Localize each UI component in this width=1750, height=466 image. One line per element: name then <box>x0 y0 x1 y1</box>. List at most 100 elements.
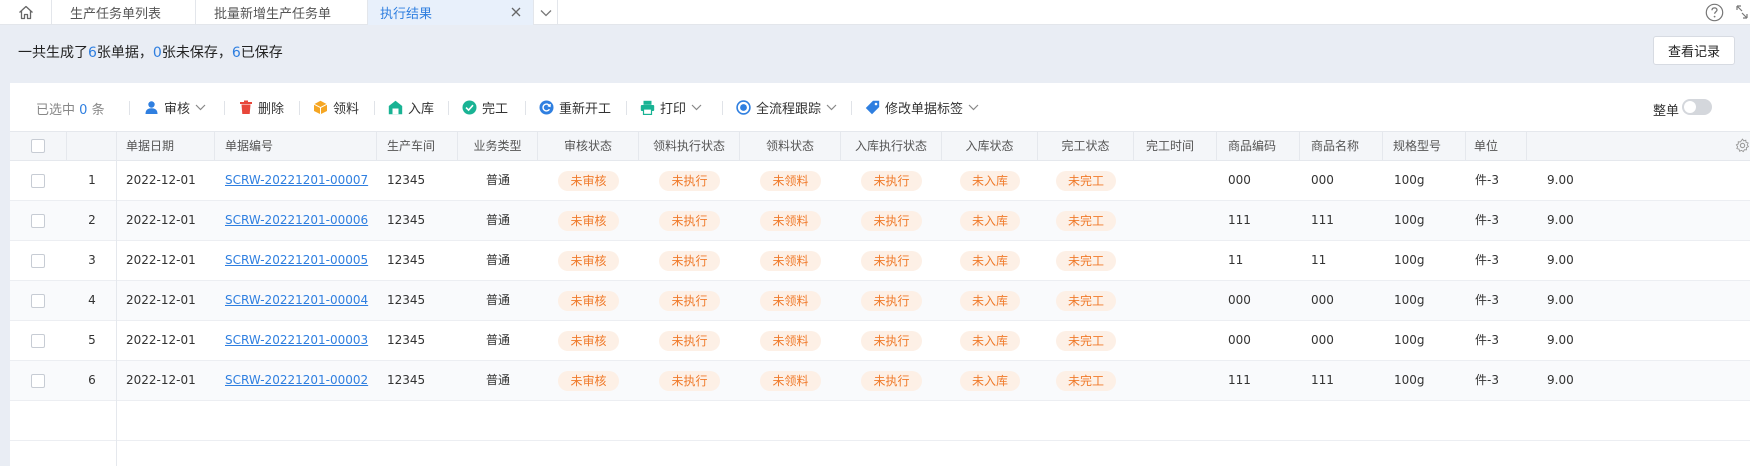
column-header[interactable]: 领料执行状态 <box>639 132 740 161</box>
chevron-down-icon[interactable] <box>195 104 206 111</box>
whole-order-label: 整单 <box>1653 104 1680 119</box>
status-badge: 未完工 <box>1055 290 1116 311</box>
tab-batch-add[interactable]: 批量新增生产任务单 <box>196 0 368 25</box>
column-header[interactable]: 单位 <box>1466 132 1527 161</box>
cell-workshop: 12345 <box>387 293 426 307</box>
cell-spec: 100g <box>1394 213 1425 227</box>
cell-spec: 100g <box>1394 333 1425 347</box>
status-badge: 未执行 <box>659 330 720 351</box>
results-panel: 已选中 0 条 审核 删除 领料 入库 完工 重新开工 打印 全流程跟踪 修改单… <box>10 83 1750 466</box>
chevron-down-icon[interactable] <box>826 104 837 111</box>
finish-button[interactable]: 完工 <box>462 96 508 118</box>
cell-quantity: 9.00 <box>1547 253 1574 267</box>
help-icon[interactable] <box>1705 3 1724 22</box>
status-badge: 未完工 <box>1055 250 1116 271</box>
document-code-link[interactable]: SCRW-20221201-00007 <box>225 173 368 187</box>
tab-label: 批量新增生产任务单 <box>214 7 332 22</box>
restart-button[interactable]: 重新开工 <box>539 96 611 118</box>
tab-execution-result[interactable]: 执行结果 <box>368 0 534 25</box>
chevron-down-icon[interactable] <box>691 104 702 111</box>
toolbar-divider <box>299 101 300 115</box>
header-select-cell <box>10 132 67 161</box>
document-code-link[interactable]: SCRW-20221201-00004 <box>225 293 368 307</box>
column-header[interactable]: 单据日期 <box>117 132 215 161</box>
delete-button[interactable]: 删除 <box>239 96 284 118</box>
selected-number: 0 <box>79 103 88 118</box>
status-badge: 未完工 <box>1055 330 1116 351</box>
column-header[interactable]: 单据编号 <box>215 132 377 161</box>
table-row[interactable]: 6 2022-12-01 SCRW-20221201-00002 12345 普… <box>10 361 1750 401</box>
select-all-checkbox[interactable] <box>31 139 45 153</box>
whole-order-toggle[interactable] <box>1682 99 1712 115</box>
trace-button[interactable]: 全流程跟踪 <box>736 96 837 118</box>
document-code-link[interactable]: SCRW-20221201-00003 <box>225 333 368 347</box>
status-badge: 未完工 <box>1055 370 1116 391</box>
cell-business-type: 普通 <box>485 293 510 307</box>
table-row[interactable]: 4 2022-12-01 SCRW-20221201-00004 12345 普… <box>10 281 1750 321</box>
column-header[interactable]: 生产车间 <box>377 132 458 161</box>
selected-count: 已选中 0 条 <box>36 99 105 118</box>
table-row[interactable]: 5 2022-12-01 SCRW-20221201-00003 12345 普… <box>10 321 1750 361</box>
status-badge: 未执行 <box>861 290 922 311</box>
column-header[interactable]: 领料状态 <box>740 132 841 161</box>
tab-overflow-button[interactable] <box>534 0 558 25</box>
delete-label: 删除 <box>258 101 285 117</box>
gear-icon[interactable] <box>1735 138 1750 153</box>
tab-label: 生产任务单列表 <box>70 7 162 22</box>
column-header[interactable]: 商品名称 <box>1300 132 1383 161</box>
status-badge: 未领料 <box>760 170 821 191</box>
edit-tag-button[interactable]: 修改单据标签 <box>865 96 979 118</box>
status-badge: 未执行 <box>659 290 720 311</box>
home-tab[interactable] <box>0 0 52 25</box>
chevron-down-icon[interactable] <box>968 104 979 111</box>
column-header[interactable]: 完工状态 <box>1038 132 1134 161</box>
status-badge: 未入库 <box>959 210 1020 231</box>
cell-unit: 件-3 <box>1475 333 1499 347</box>
cell-goods-name: 11 <box>1311 253 1327 267</box>
document-code-link[interactable]: SCRW-20221201-00002 <box>225 373 368 387</box>
summary-text: 已保存 <box>240 45 283 61</box>
table-row[interactable]: 3 2022-12-01 SCRW-20221201-00005 12345 普… <box>10 241 1750 281</box>
status-badge: 未执行 <box>861 210 922 231</box>
view-records-button[interactable]: 查看记录 <box>1653 36 1735 65</box>
document-code-link[interactable]: SCRW-20221201-00006 <box>225 213 368 227</box>
cell-unit: 件-3 <box>1475 373 1499 387</box>
cell-workshop: 12345 <box>387 253 426 267</box>
column-header[interactable]: 业务类型 <box>458 132 538 161</box>
cell-workshop: 12345 <box>387 333 426 347</box>
column-header[interactable]: 入库状态 <box>942 132 1038 161</box>
column-header[interactable]: 完工时间 <box>1134 132 1217 161</box>
toolbar: 已选中 0 条 审核 删除 领料 入库 完工 重新开工 打印 全流程跟踪 修改单… <box>10 83 1750 131</box>
cell-unit: 件-3 <box>1475 173 1499 187</box>
document-code-link[interactable]: SCRW-20221201-00005 <box>225 253 368 267</box>
cell-unit: 件-3 <box>1475 293 1499 307</box>
cell-goods-code: 000 <box>1228 173 1251 187</box>
close-icon[interactable] <box>509 5 523 19</box>
column-header[interactable]: 入库执行状态 <box>841 132 942 161</box>
refresh-icon <box>539 100 554 114</box>
toolbar-divider <box>448 101 449 115</box>
cell-spec: 100g <box>1394 173 1425 187</box>
tab-task-list[interactable]: 生产任务单列表 <box>52 0 196 25</box>
status-badge: 未执行 <box>861 170 922 191</box>
status-badge: 未完工 <box>1055 170 1116 191</box>
toolbar-divider <box>224 101 225 115</box>
column-header[interactable]: 商品编码 <box>1217 132 1300 161</box>
pick-material-button[interactable]: 领料 <box>313 96 359 118</box>
home-icon <box>18 5 33 20</box>
status-badge: 未执行 <box>659 210 720 231</box>
tab-label: 执行结果 <box>380 7 433 22</box>
stock-in-button[interactable]: 入库 <box>388 96 434 118</box>
audit-button[interactable]: 审核 <box>144 96 206 118</box>
column-header[interactable]: 规格型号 <box>1383 132 1466 161</box>
column-header[interactable]: 审核状态 <box>538 132 639 161</box>
table-row[interactable]: 2 2022-12-01 SCRW-20221201-00006 12345 普… <box>10 201 1750 241</box>
cell-goods-name: 111 <box>1311 373 1334 387</box>
table-row[interactable]: 1 2022-12-01 SCRW-20221201-00007 12345 普… <box>10 161 1750 201</box>
status-badge: 未领料 <box>760 290 821 311</box>
toolbar-divider <box>525 101 526 115</box>
cell-spec: 100g <box>1394 373 1425 387</box>
print-button[interactable]: 打印 <box>640 96 702 118</box>
fullscreen-icon[interactable] <box>1734 3 1750 21</box>
cell-workshop: 12345 <box>387 373 426 387</box>
